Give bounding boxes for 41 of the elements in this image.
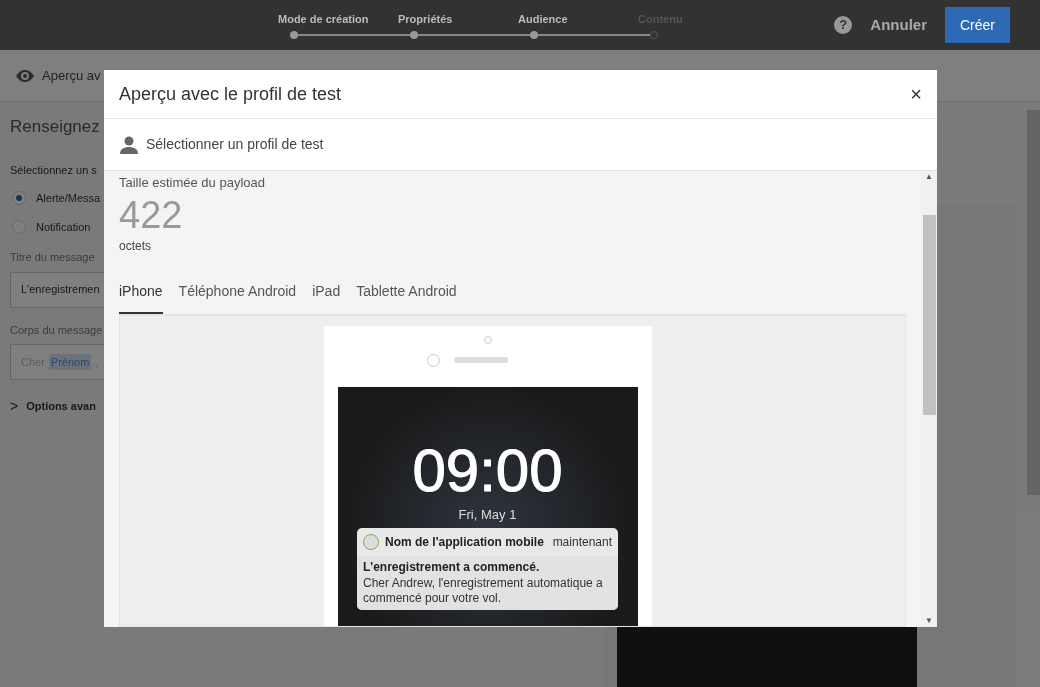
radio-button[interactable] (12, 191, 26, 206)
section-heading: Renseignez (10, 116, 100, 138)
device-tab[interactable]: Tablette Android (356, 280, 457, 314)
step-label: Mode de création (278, 12, 369, 28)
name-token: Prénom (48, 353, 92, 371)
payload-unit: octets (119, 237, 152, 255)
field-label: Corps du message (10, 322, 103, 338)
select-profile-button[interactable]: Sélectionner un profil de test (120, 134, 324, 155)
eye-icon (16, 69, 34, 82)
payload-value: 422 (119, 192, 184, 237)
field-label: Titre du message (10, 250, 95, 265)
step-label: Audience (518, 12, 568, 28)
toolbar-label: Aperçu av (42, 66, 101, 85)
field-label: Sélectionnez un s (10, 162, 97, 178)
step-label: Propriétés (398, 12, 453, 28)
cancel-button[interactable]: Annuler (866, 13, 931, 37)
radio-label: Notification (36, 219, 91, 235)
speaker-slot (454, 357, 508, 363)
device-tab[interactable]: iPad (312, 280, 341, 314)
scroll-up-arrow[interactable]: ▲ (925, 173, 933, 181)
body-text: , (95, 354, 99, 370)
close-button[interactable]: × (910, 84, 922, 104)
clock-time: 09:00 (412, 440, 563, 501)
dialog-scrollbar[interactable]: ▲ ▼ (921, 171, 937, 627)
notification-title: L'enregistrement a commencé. (363, 559, 541, 576)
create-button[interactable]: Créer (945, 7, 1010, 43)
advanced-options[interactable]: Options avan (26, 398, 96, 415)
payload-label: Taille estimée du payload (119, 174, 266, 192)
device-tab[interactable]: Téléphone Android (178, 280, 297, 314)
user-icon (120, 135, 138, 154)
notification-body: Cher Andrew, l'enregistrement automatique a commencé pour votre vol. (363, 576, 604, 606)
device-tab[interactable]: iPhone (119, 280, 163, 314)
scroll-down-arrow[interactable]: ▼ (925, 617, 933, 625)
radio-label: Alerte/Messa (36, 191, 101, 206)
help-icon[interactable]: ? (834, 16, 853, 34)
dialog-title: Aperçu avec le profil de test (119, 82, 342, 106)
notification-time: maintenant (552, 534, 612, 551)
app-logo-icon (363, 534, 379, 550)
app-name: Nom de l'application mobile (385, 534, 544, 551)
clock-date: Fri, May 1 (458, 505, 517, 524)
chevron-icon: > (10, 396, 19, 417)
